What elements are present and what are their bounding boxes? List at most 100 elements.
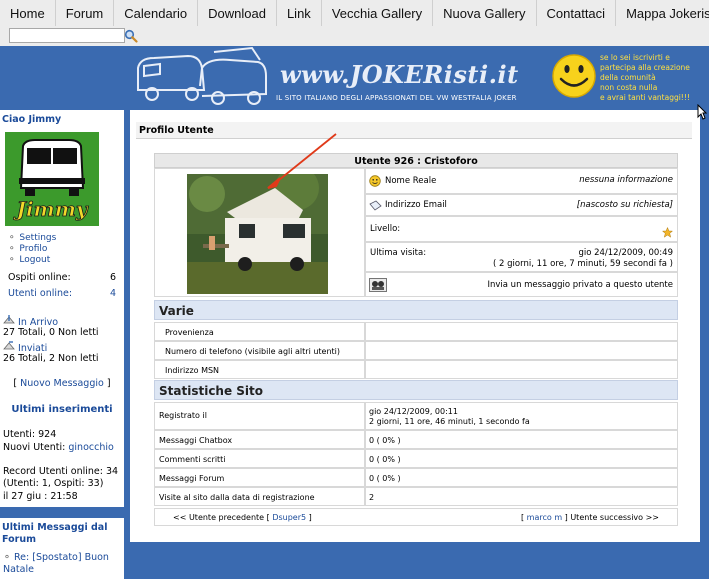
smiley-icon — [369, 175, 381, 187]
van-avatar-icon: Jimmy — [5, 132, 99, 226]
email-icon — [369, 200, 382, 211]
nav-home[interactable]: Home — [0, 0, 56, 26]
nav-contattaci[interactable]: Contattaci — [537, 0, 617, 26]
forum-sidebar: Ultimi Messaggi dal Forum ⚬ Re: [Spostat… — [0, 518, 124, 579]
nav-vecchia-gallery[interactable]: Vecchia Gallery — [322, 0, 434, 26]
registered-ago: 2 giorni, 11 ore, 46 minuti, 1 secondo f… — [369, 417, 530, 426]
camper-photo-icon — [187, 174, 328, 294]
promo-line: non costa nulla — [600, 83, 658, 92]
greeting: Ciao Jimmy — [2, 114, 62, 125]
latest-heading: Ultimi inserimenti — [11, 404, 113, 415]
red-arrow-icon — [267, 133, 337, 189]
real-name-label: Nome Reale — [385, 176, 437, 186]
prev-user-text: << Utente precedente [ — [173, 513, 270, 522]
profile-label: Profilo — [19, 244, 48, 254]
next-user-text: ] Utente successivo >> — [564, 513, 659, 522]
nav-calendario[interactable]: Calendario — [114, 0, 199, 26]
user-sidebar: Ciao Jimmy Jimmy ⚬ Settings ⚬ Profilo ⚬ … — [0, 110, 124, 507]
nav-download[interactable]: Download — [198, 0, 277, 26]
stat-visits-label: Visite al sito dalla data di registrazio… — [154, 487, 365, 506]
smiley-icon — [552, 54, 596, 98]
field-telefono: Numero di telefono (visibile agli altri … — [154, 341, 365, 360]
site-title[interactable]: www.JOKERisti.it — [280, 60, 519, 89]
promo-line: della comunità — [600, 73, 656, 82]
private-message-row[interactable]: Invia un messaggio privato a questo uten… — [365, 272, 678, 297]
stat-forum-value: 0 ( 0% ) — [365, 468, 678, 487]
prev-user-nav: << Utente precedente [ Dsuper5 ] — [173, 509, 312, 527]
profile-link[interactable]: ⚬ Profilo — [8, 244, 47, 254]
registered-date: gio 24/12/2009, 00:11 — [369, 407, 458, 416]
new-users-label: Nuovi Utenti: — [3, 442, 66, 453]
users-online-count: 4 — [109, 288, 116, 299]
last-visit-row: Ultima visita: gio 24/12/2009, 00:49 ( 2… — [365, 242, 678, 272]
forum-post-title: Re: [Spostato] Buon Natale — [3, 552, 109, 575]
new-message-button[interactable]: [ Nuovo Messaggio ] — [0, 378, 124, 389]
top-nav: Home Forum Calendario Download Link Vecc… — [0, 0, 709, 27]
nav-link[interactable]: Link — [277, 0, 322, 26]
sent-icon — [3, 341, 15, 350]
users-count: Utenti: 924 — [3, 429, 57, 440]
prev-user-link[interactable]: Dsuper5 — [272, 513, 306, 522]
inbox-icon — [3, 315, 15, 324]
user-pager: << Utente precedente [ Dsuper5 ] [ marco… — [154, 508, 678, 526]
users-online[interactable]: Utenti online: 4 — [8, 288, 116, 299]
record-line: (Utenti: 1, Ospiti: 33) — [3, 478, 104, 489]
last-visit-label: Ultima visita: — [370, 248, 427, 258]
email-row: Indirizzo Email [nascosto su richiesta] — [365, 194, 678, 216]
field-value — [365, 360, 678, 379]
van-logo-icon — [137, 46, 267, 105]
record-line: il 27 giu : 21:58 — [3, 491, 78, 502]
last-visit-ago: ( 2 giorni, 11 ore, 7 minuti, 59 secondi… — [493, 259, 673, 269]
field-provenienza: Provenienza — [154, 322, 365, 341]
prev-user-close: ] — [308, 513, 312, 522]
next-user-open: [ — [521, 513, 525, 522]
next-user-nav: [ marco m ] Utente successivo >> — [521, 509, 659, 527]
last-visit-date: gio 24/12/2009, 00:49 — [578, 248, 673, 258]
section-varie: Varie — [154, 300, 678, 320]
forum-post-link[interactable]: ⚬ Re: [Spostato] Buon Natale — [3, 552, 121, 576]
sent-stats: 26 Totali, 2 Non letti — [3, 353, 99, 364]
stat-comments-value: 0 ( 0% ) — [365, 449, 678, 468]
site-subtitle: IL SITO ITALIANO DEGLI APPASSIONATI DEL … — [276, 94, 517, 102]
search-icon[interactable] — [124, 29, 138, 43]
new-message-label: Nuovo Messaggio — [20, 378, 104, 389]
user-photo[interactable] — [187, 174, 328, 294]
search-input[interactable] — [9, 28, 125, 43]
level-row: Livello: — [365, 216, 678, 242]
page-title: Profilo Utente — [136, 122, 692, 139]
nav-mappa-jokeristi[interactable]: Mappa Jokeristi — [616, 0, 709, 26]
registered-value: gio 24/12/2009, 00:11 2 giorni, 11 ore, … — [365, 402, 678, 430]
site-banner: www.JOKERisti.it IL SITO ITALIANO DEGLI … — [130, 46, 709, 110]
forum-heading: Ultimi Messaggi dal Forum — [2, 522, 108, 545]
stat-chatbox-label: Messaggi Chatbox — [154, 430, 365, 449]
logout-label: Logout — [19, 255, 51, 265]
avatar[interactable]: Jimmy — [5, 132, 99, 226]
stat-visits-value: 2 — [365, 487, 678, 506]
level-label: Livello: — [370, 224, 401, 234]
settings-label: Settings — [19, 233, 57, 243]
nav-forum[interactable]: Forum — [56, 0, 115, 26]
mouse-cursor-icon — [697, 104, 707, 120]
field-msn: Indirizzo MSN — [154, 360, 365, 379]
bullet-icon: ⚬ — [3, 552, 11, 563]
next-user-link[interactable]: marco m — [527, 513, 562, 522]
main-content: Profilo Utente Utente 926 : Cristoforo N… — [130, 110, 700, 542]
email-value: [nascosto su richiesta] — [576, 200, 673, 210]
stat-forum-label: Messaggi Forum — [154, 468, 365, 487]
nav-nuova-gallery[interactable]: Nuova Gallery — [433, 0, 537, 26]
inbox-stats: 27 Totali, 0 Non letti — [3, 327, 99, 338]
settings-link[interactable]: ⚬ Settings — [8, 233, 56, 243]
registered-label: Registrato il — [154, 402, 365, 430]
guests-online-label: Ospiti online: — [8, 272, 71, 283]
real-name-value: nessuna informazione — [579, 175, 673, 185]
users-online-label: Utenti online: — [8, 288, 73, 299]
new-users: Nuovi Utenti: ginocchio — [3, 442, 114, 453]
registration-promo: se lo sei iscrivirti e partecipa alla cr… — [600, 53, 709, 103]
promo-line: se lo sei iscrivirti e — [600, 53, 670, 62]
stat-chatbox-value: 0 ( 0% ) — [365, 430, 678, 449]
new-user-link[interactable]: ginocchio — [68, 442, 113, 453]
bullet-icon: ⚬ — [8, 233, 16, 243]
logout-link[interactable]: ⚬ Logout — [8, 255, 50, 265]
user-heading: Utente 926 : Cristoforo — [154, 153, 678, 168]
email-label: Indirizzo Email — [385, 200, 447, 210]
